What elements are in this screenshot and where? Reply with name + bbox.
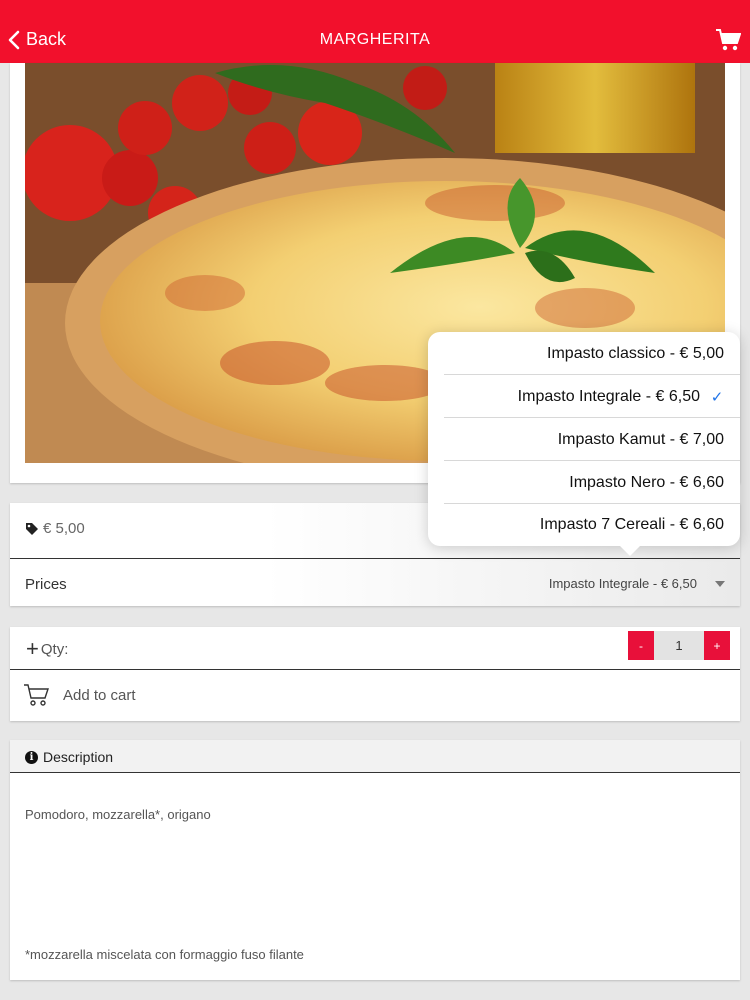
- add-to-cart-button[interactable]: Add to cart: [10, 670, 740, 721]
- add-to-cart-label: Add to cart: [63, 687, 136, 704]
- price-option-label: Impasto Kamut - € 7,00: [557, 430, 724, 448]
- product-price: € 5,00: [43, 520, 85, 537]
- qty-label-row: + Qty:: [26, 638, 68, 660]
- price-option-label: Impasto 7 Cereali - € 6,60: [539, 515, 724, 533]
- quantity-card: + Qty: - 1 + Add to cart: [10, 627, 740, 721]
- price-option-label: Impasto Integrale - € 6,50: [517, 387, 700, 405]
- chevron-down-icon: [715, 580, 725, 587]
- description-text: Pomodoro, mozzarella*, origano: [25, 807, 211, 822]
- tag-icon: [26, 522, 38, 535]
- plus-icon: +: [26, 636, 39, 661]
- qty-label: Qty:: [40, 640, 69, 658]
- increment-button[interactable]: +: [704, 631, 730, 660]
- price-option-label: Impasto classico - € 5,00: [547, 344, 724, 362]
- page-title: MARGHERITA: [319, 31, 431, 48]
- cart-icon[interactable]: [715, 28, 741, 52]
- decrement-button[interactable]: -: [628, 631, 654, 660]
- popover-arrow: [619, 545, 641, 556]
- price-option-select[interactable]: Impasto Integrale - € 6,50: [549, 576, 725, 591]
- cart-outline-icon: [24, 684, 49, 706]
- divider: [10, 772, 740, 773]
- description-heading: Description: [43, 749, 114, 765]
- checkmark-icon: ✓: [710, 388, 724, 406]
- description-card: i Description Pomodoro, mozzarella*, ori…: [10, 740, 740, 980]
- price-option[interactable]: Impasto Integrale - € 6,50 ✓: [444, 375, 724, 418]
- prices-label: Prices: [25, 576, 67, 593]
- description-note: *mozzarella miscelata con formaggio fuso…: [25, 947, 304, 962]
- info-icon: i: [25, 750, 38, 764]
- top-bar: Back MARGHERITA: [0, 0, 750, 63]
- selected-price-option: Impasto Integrale - € 6,50: [548, 576, 697, 591]
- price-option[interactable]: Impasto 7 Cereali - € 6,60: [444, 503, 724, 546]
- prices-row[interactable]: Prices Impasto Integrale - € 6,50: [10, 559, 740, 606]
- price-row: € 5,00: [25, 520, 85, 537]
- price-option-label: Impasto Nero - € 6,60: [569, 473, 724, 491]
- price-options-popover: Impasto classico - € 5,00 Impasto Integr…: [428, 332, 740, 546]
- price-option[interactable]: Impasto classico - € 5,00: [444, 332, 724, 375]
- description-header: i Description: [10, 740, 740, 773]
- price-option[interactable]: Impasto Kamut - € 7,00: [444, 418, 724, 461]
- quantity-value[interactable]: 1: [654, 631, 704, 660]
- quantity-stepper: - 1 +: [628, 631, 730, 660]
- price-option[interactable]: Impasto Nero - € 6,60: [444, 461, 724, 504]
